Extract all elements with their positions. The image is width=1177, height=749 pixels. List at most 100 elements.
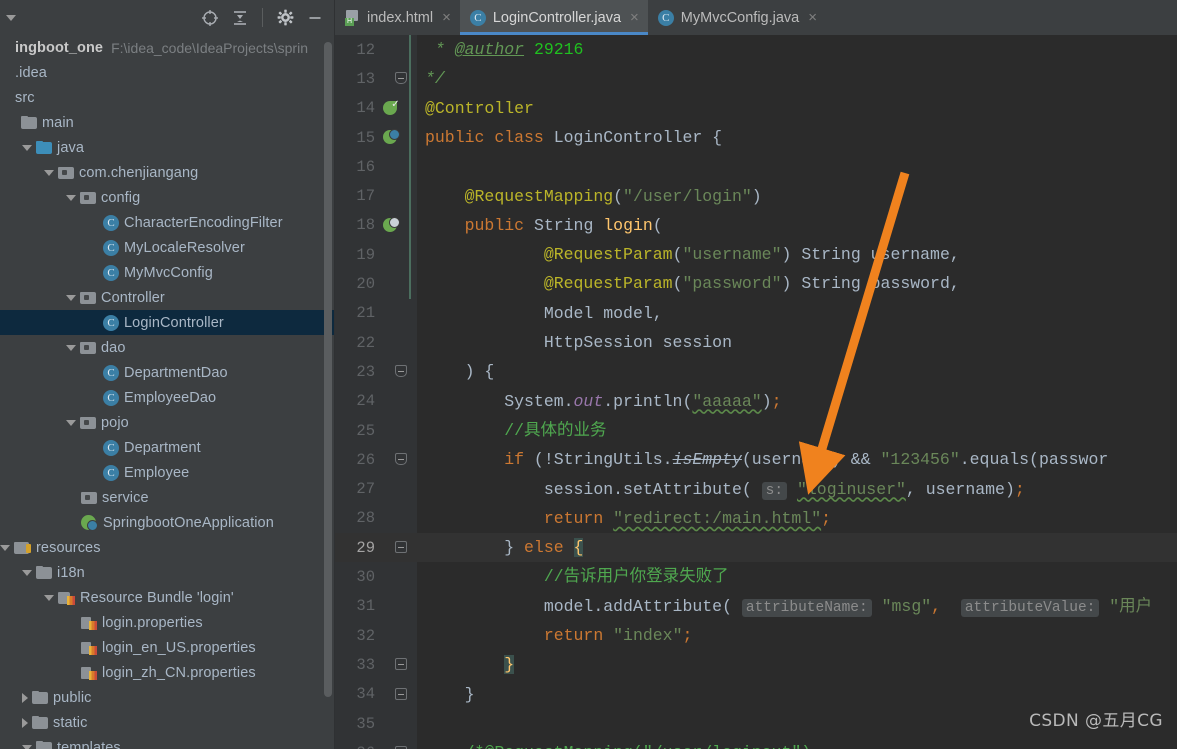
gutter-line-35[interactable]: 35 [335, 709, 417, 738]
tree-item-login-zh-cn-properties[interactable]: login_zh_CN.properties [0, 660, 335, 685]
gutter-line-22[interactable]: 22 [335, 328, 417, 357]
tree-item-i18n[interactable]: i18n [0, 560, 335, 585]
tree-expand-arrow[interactable] [66, 344, 76, 351]
project-tree[interactable]: ingboot_one F:\idea_code\IdeaProjects\spr… [0, 35, 335, 749]
tree-collapse-arrow[interactable] [22, 692, 28, 703]
code-line-12[interactable]: * @author 29216 [417, 35, 584, 64]
gutter-line-28[interactable]: 28 [335, 504, 417, 533]
gutter-line-33[interactable]: 33 [335, 650, 417, 679]
editor-tab-index-html[interactable]: index.html × [335, 0, 460, 35]
gutter-line-15[interactable]: 15 [335, 123, 417, 152]
tree-item-idea[interactable]: .idea [0, 60, 335, 85]
tree-expand-arrow[interactable] [66, 419, 76, 426]
tree-item-public[interactable]: public [0, 685, 335, 710]
code-line-28[interactable]: return "redirect:/main.html"; [417, 504, 831, 533]
code-fold-icon[interactable] [395, 541, 407, 554]
inlay-hint-attributevalue[interactable]: attributeValue: [960, 598, 1100, 617]
tree-expand-arrow[interactable] [44, 169, 54, 176]
gutter-line-20[interactable]: 20 [335, 269, 417, 298]
tree-item-resource-bundle-login[interactable]: Resource Bundle 'login' [0, 585, 335, 610]
code-fold-icon[interactable] [395, 658, 407, 671]
tree-item-ingboot-one[interactable]: ingboot_one F:\idea_code\IdeaProjects\spr… [0, 35, 335, 60]
settings-gear-icon[interactable] [272, 5, 298, 31]
tree-item-characterencodingfilter[interactable]: C CharacterEncodingFilter [0, 210, 335, 235]
project-tree-scrollbar[interactable] [324, 42, 332, 697]
tree-item-src[interactable]: src [0, 85, 335, 110]
chevron-down-icon[interactable] [6, 14, 17, 21]
tree-item-mymvcconfig[interactable]: C MyMvcConfig [0, 260, 335, 285]
tree-item-department[interactable]: C Department [0, 435, 335, 460]
code-line-15[interactable]: public class LoginController { [417, 123, 722, 152]
gutter-line-18[interactable]: 18 [335, 211, 417, 240]
code-line-29[interactable]: } else { [417, 533, 1177, 563]
code-line-24[interactable]: System.out.println("aaaaa"); [417, 387, 781, 416]
tree-expand-arrow[interactable] [44, 594, 54, 601]
close-icon[interactable]: × [442, 10, 451, 25]
code-fold-icon[interactable] [395, 72, 407, 85]
project-panel-title-group[interactable]: ct [0, 10, 17, 26]
code-line-21[interactable]: Model model, [417, 299, 663, 328]
tree-item-departmentdao[interactable]: C DepartmentDao [0, 360, 335, 385]
spring-bean-gutter-icon[interactable] [383, 129, 400, 146]
tree-expand-arrow[interactable] [66, 194, 76, 201]
code-editor-surface[interactable]: * @author 29216 */ @Controller public cl… [417, 35, 1177, 749]
code-line-14[interactable]: @Controller [417, 94, 534, 123]
tree-item-employee[interactable]: C Employee [0, 460, 335, 485]
tree-expand-arrow[interactable] [66, 294, 76, 301]
inlay-hint-attributename[interactable]: attributeName: [741, 598, 872, 617]
close-icon[interactable]: × [630, 10, 639, 25]
code-line-18[interactable]: public String login( [417, 211, 663, 240]
code-line-13[interactable]: */ [417, 64, 445, 93]
code-line-23[interactable]: ) { [417, 357, 495, 386]
tree-expand-arrow[interactable] [22, 144, 32, 151]
gutter-line-24[interactable]: 24 [335, 387, 417, 416]
tree-item-static[interactable]: static [0, 710, 335, 735]
tree-item-service[interactable]: service [0, 485, 335, 510]
tree-collapse-arrow[interactable] [22, 717, 28, 728]
tree-item-login-properties[interactable]: login.properties [0, 610, 335, 635]
locate-icon[interactable] [197, 5, 223, 31]
tree-item-com-chenjiangang[interactable]: com.chenjiangang [0, 160, 335, 185]
gutter-line-14[interactable]: 14 [335, 94, 417, 123]
code-line-32[interactable]: return "index"; [417, 621, 693, 650]
tree-item-resources[interactable]: resources [0, 535, 335, 560]
gutter-line-23[interactable]: 23 [335, 357, 417, 386]
tree-item-employeedao[interactable]: C EmployeeDao [0, 385, 335, 410]
code-line-34[interactable]: } [417, 680, 475, 709]
gutter-line-16[interactable]: 16 [335, 152, 417, 181]
gutter-line-30[interactable]: 30 [335, 562, 417, 591]
editor-gutter[interactable]: 12 13 14 15 16 17 18 19 20 21 22 23 24 25 26 27 28 29 30 31… [335, 35, 417, 749]
code-line-30[interactable]: //告诉用户你登录失败了 [417, 562, 729, 591]
code-line-17[interactable]: @RequestMapping("/user/login") [417, 182, 762, 211]
tree-item-java[interactable]: java [0, 135, 335, 160]
gutter-line-21[interactable]: 21 [335, 299, 417, 328]
tree-item-config[interactable]: config [0, 185, 335, 210]
gutter-line-36[interactable]: 36 [335, 738, 417, 749]
tree-expand-arrow[interactable] [22, 569, 32, 576]
tree-item-controller[interactable]: Controller [0, 285, 335, 310]
collapse-all-icon[interactable] [227, 5, 253, 31]
code-line-27[interactable]: session.setAttribute( s: "loginuser", us… [417, 475, 1025, 504]
gutter-line-12[interactable]: 12 [335, 35, 417, 64]
editor-tab-mymvcconfig-java[interactable]: C MyMvcConfig.java × [648, 0, 826, 35]
gutter-line-34[interactable]: 34 [335, 680, 417, 709]
code-fold-icon[interactable] [395, 365, 407, 378]
gutter-line-32[interactable]: 32 [335, 621, 417, 650]
gutter-line-17[interactable]: 17 [335, 182, 417, 211]
gutter-line-26[interactable]: 26 [335, 445, 417, 474]
spring-bean-gutter-icon[interactable] [383, 100, 400, 117]
tree-item-logincontroller[interactable]: C LoginController [0, 310, 335, 335]
tree-item-dao[interactable]: dao [0, 335, 335, 360]
code-line-16[interactable] [417, 152, 425, 181]
code-line-33[interactable]: } [417, 650, 515, 679]
code-fold-icon[interactable] [395, 687, 407, 700]
code-line-36[interactable]: /*@RequestMapping("/user/loginout") [417, 738, 812, 749]
gutter-line-19[interactable]: 19 [335, 240, 417, 269]
tree-item-springbootoneapplication[interactable]: SpringbootOneApplication [0, 510, 335, 535]
tree-item-templates[interactable]: templates [0, 735, 335, 749]
inlay-hint-s[interactable]: s: [761, 481, 788, 500]
code-line-35[interactable] [417, 709, 425, 738]
code-fold-icon[interactable] [395, 453, 407, 466]
gutter-line-25[interactable]: 25 [335, 416, 417, 445]
gutter-line-27[interactable]: 27 [335, 475, 417, 504]
